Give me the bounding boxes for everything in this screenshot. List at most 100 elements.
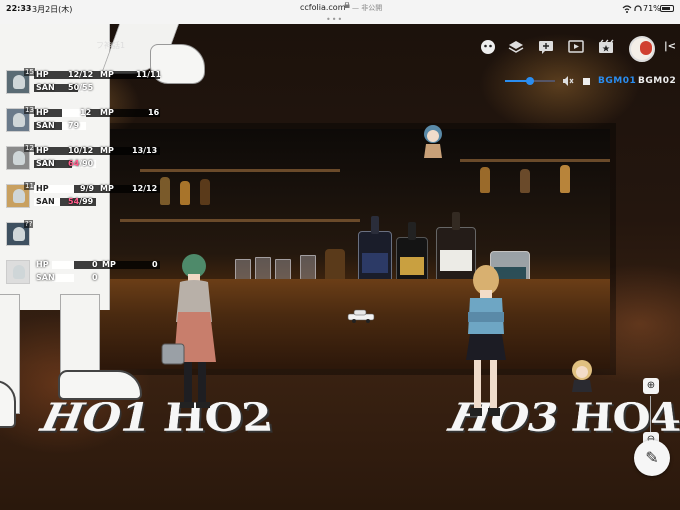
mp-label: MP — [100, 70, 114, 79]
mp-label: MP — [102, 260, 116, 269]
chibi-token[interactable] — [420, 124, 446, 162]
hp-value: 12/12 — [68, 70, 94, 79]
game-stage[interactable]: フ神話1 HO1 HO2 HO3 HO4 15 HP 12/12 MP 11/1… — [0, 24, 680, 510]
hp-mp-line: HP 12/12 MP 11/11 — [34, 69, 162, 81]
initiative-badge: ?? — [24, 220, 34, 228]
blonde-character-token[interactable] — [458, 264, 514, 424]
hp-label: HP — [36, 184, 49, 193]
edit-pencil-button[interactable]: ✎ — [634, 440, 670, 476]
bottle — [520, 169, 530, 193]
mp-value: 12/12 — [132, 184, 158, 193]
san-max: /90 — [79, 159, 94, 168]
mp-label: MP — [100, 108, 114, 117]
privacy-label: — 非公開 — [352, 4, 383, 12]
san-line: SAN 79 — [34, 120, 160, 132]
san-line: SAN 50/55 — [34, 82, 160, 94]
scene-icon[interactable] — [597, 38, 615, 56]
character-row[interactable]: 13 HP 12 MP 16 SAN 79 — [4, 106, 160, 143]
hp-label: HP — [36, 70, 49, 79]
character-status-list: 15 HP 12/12 MP 11/11 SAN 50/55 13 HP 12 … — [4, 68, 162, 296]
url-bar[interactable]: ccfolia.com — [300, 3, 345, 12]
character-row[interactable]: 15 HP 12/12 MP 11/11 SAN 50/55 — [4, 68, 162, 105]
bottle — [560, 165, 570, 193]
mp-value: 11/11 — [136, 70, 162, 79]
bottle — [200, 179, 210, 205]
character-row[interactable]: ?? — [4, 220, 160, 257]
san-line: SAN 0 — [34, 272, 160, 284]
hp-mp-line: HP 9/9 MP 12/12 — [34, 183, 160, 195]
shelf — [460, 159, 610, 162]
zoom-track — [650, 396, 651, 432]
san-label: SAN — [36, 197, 55, 206]
more-dots-icon[interactable]: ••• — [326, 15, 343, 24]
collapse-panel-icon[interactable]: |< — [661, 38, 679, 56]
device-status-bar: 22:33 3月2日(木) ccfolia.com — 非公開 ••• 71% — [0, 0, 680, 24]
hp-value: 0 — [92, 260, 98, 269]
floor-label-left: HO1 HO2 — [30, 396, 275, 442]
hp-mp-line: HP 0 MP 0 — [34, 259, 160, 271]
san-value: 79 — [68, 121, 80, 130]
hp-label: HP — [36, 146, 49, 155]
mp-value: 13/13 — [132, 146, 158, 155]
bgm01-track[interactable]: BGM01 — [598, 76, 636, 86]
stop-icon[interactable] — [583, 78, 590, 85]
car-token[interactable] — [346, 309, 376, 323]
san-line: SAN 64/90 — [34, 158, 160, 170]
mp-value: 0 — [152, 260, 158, 269]
san-value: 50/55 — [68, 83, 94, 92]
small-blonde-token[interactable] — [568, 360, 596, 394]
zoom-in-button[interactable]: ⊕ — [643, 378, 659, 394]
clock: 22:33 — [6, 4, 32, 13]
battery-icon — [660, 5, 674, 12]
bgm02-track[interactable]: BGM02 — [638, 76, 676, 86]
san-max: /99 — [79, 197, 94, 206]
san-label: SAN — [36, 273, 55, 282]
mp-label: MP — [100, 184, 114, 193]
glass — [300, 255, 316, 281]
mute-icon[interactable] — [562, 75, 574, 87]
volume-slider-knob[interactable] — [526, 77, 534, 85]
battery-percent: 71% — [643, 4, 661, 13]
san-label: SAN — [36, 83, 55, 92]
play-screen-icon[interactable] — [567, 38, 585, 56]
mp-label: MP — [100, 146, 114, 155]
stat-bar — [52, 261, 74, 269]
room-title: フ神話1 — [96, 41, 126, 50]
san-value: 0 — [92, 273, 98, 282]
character-row[interactable]: 12 HP 10/12 MP 13/13 SAN 64/90 — [4, 144, 160, 181]
hp-mp-line: HP 12 MP 16 — [34, 107, 160, 119]
character-row[interactable]: HP 0 MP 0 SAN 0 — [4, 258, 160, 295]
san-current: 64 — [68, 159, 80, 168]
green-hair-character-token[interactable] — [160, 252, 230, 412]
date: 3月2日(木) — [32, 5, 73, 14]
bottle — [180, 181, 190, 205]
room-toolbar: |< — [475, 36, 680, 62]
layers-icon[interactable] — [507, 38, 525, 56]
bottle — [160, 177, 170, 205]
bottle — [480, 167, 490, 193]
san-line: SAN 54/99 — [34, 196, 160, 208]
chat-add-icon[interactable] — [537, 38, 555, 56]
hp-value: 10/12 — [68, 146, 94, 155]
san-current: 54 — [68, 197, 80, 206]
lock-icon — [344, 2, 350, 8]
user-avatar[interactable] — [629, 36, 655, 62]
audio-controls: BGM01 BGM02 — [505, 72, 680, 90]
mp-value: 16 — [148, 108, 160, 117]
stat-bar — [74, 261, 160, 269]
san-value: 54/99 — [68, 196, 93, 208]
san-label: SAN — [36, 159, 55, 168]
hp-value: 9/9 — [80, 184, 95, 193]
san-label: SAN — [36, 121, 55, 130]
wifi-icon — [622, 5, 632, 13]
dice-face-icon[interactable] — [479, 38, 497, 56]
shelf — [140, 169, 340, 172]
hp-label: HP — [36, 260, 49, 269]
hp-label: HP — [36, 108, 49, 117]
san-value: 64/90 — [68, 158, 93, 170]
character-avatar[interactable] — [6, 260, 30, 284]
hp-mp-line: HP 10/12 MP 13/13 — [34, 145, 160, 157]
headphones-icon — [634, 5, 642, 11]
character-row[interactable]: 11 HP 9/9 MP 12/12 SAN 54/99 — [4, 182, 160, 219]
hp-value: 12 — [80, 108, 92, 117]
